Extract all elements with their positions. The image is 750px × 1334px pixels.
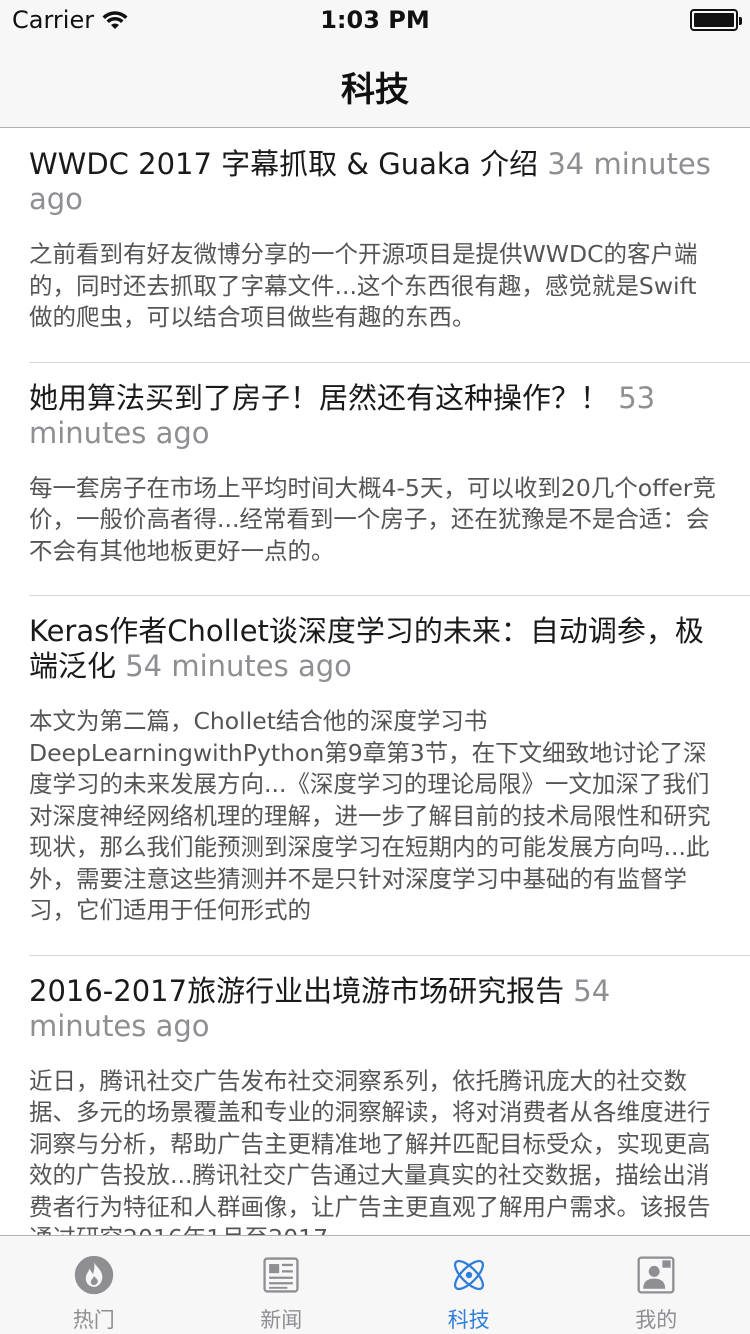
article-item[interactable]: WWDC 2017 字幕抓取 & Guaka 介绍 34 minutes ago… [29,129,750,363]
battery-icon [690,9,742,31]
article-item[interactable]: Keras作者Chollet谈深度学习的未来：自动调参，极端泛化 54 minu… [29,596,750,956]
article-header: Keras作者Chollet谈深度学习的未来：自动调参，极端泛化 54 minu… [29,614,720,684]
article-list[interactable]: WWDC 2017 字幕抓取 & Guaka 介绍 34 minutes ago… [0,129,750,1235]
article-time: 54 minutes ago [125,649,352,683]
article-summary: 本文为第二篇，Chollet结合他的深度学习书DeepLearningwithP… [29,707,711,924]
article-item[interactable]: 2016-2017旅游行业出境游市场研究报告 54 minutes ago 近日… [29,956,750,1236]
article-title: WWDC 2017 字幕抓取 & Guaka 介绍 [29,147,539,181]
article-title: 2016-2017旅游行业出境游市场研究报告 [29,973,565,1008]
article-summary: 近日，腾讯社交广告发布社交洞察系列，依托腾讯庞大的社交数据、多元的场景覆盖和专业… [29,1066,711,1236]
profile-card-icon [637,1256,675,1294]
tab-label: 热门 [72,1308,115,1332]
tab-bar: 热门 新闻 科技 我的 [0,1235,750,1334]
tab-hot[interactable]: 热门 [0,1236,188,1334]
article-title: 她用算法买到了房子！居然还有这种操作？！ [29,380,610,415]
newspaper-icon [263,1257,299,1293]
status-time: 1:03 PM [320,6,430,34]
flame-icon [74,1255,113,1295]
article-summary: 每一套房子在市场上平均时间大概4-5天，可以收到20几个offer竞价，一般价高… [29,473,716,565]
article-summary: 之前看到有好友微博分享的一个开源项目是提供WWDC的客户端的，同时还去抓取了字幕… [29,240,698,331]
tab-tech[interactable]: 科技 [375,1236,563,1334]
tab-label: 新闻 [260,1308,303,1332]
navigation-bar: 科技 [0,40,750,128]
article-header: WWDC 2017 字幕抓取 & Guaka 介绍 34 minutes ago [29,147,720,217]
tab-news[interactable]: 新闻 [188,1236,376,1334]
atom-icon [453,1259,484,1291]
article-header: 2016-2017旅游行业出境游市场研究报告 54 minutes ago [29,974,720,1044]
tab-profile[interactable]: 我的 [563,1236,750,1334]
status-bar: Carrier 1:03 PM [0,0,750,40]
tab-label: 我的 [635,1308,678,1332]
tab-label: 科技 [447,1308,490,1332]
page-title: 科技 [341,70,409,110]
article-header: 她用算法买到了房子！居然还有这种操作？！ 53 minutes ago [29,381,720,451]
article-item[interactable]: 她用算法买到了房子！居然还有这种操作？！ 53 minutes ago 每一套房… [29,363,750,596]
